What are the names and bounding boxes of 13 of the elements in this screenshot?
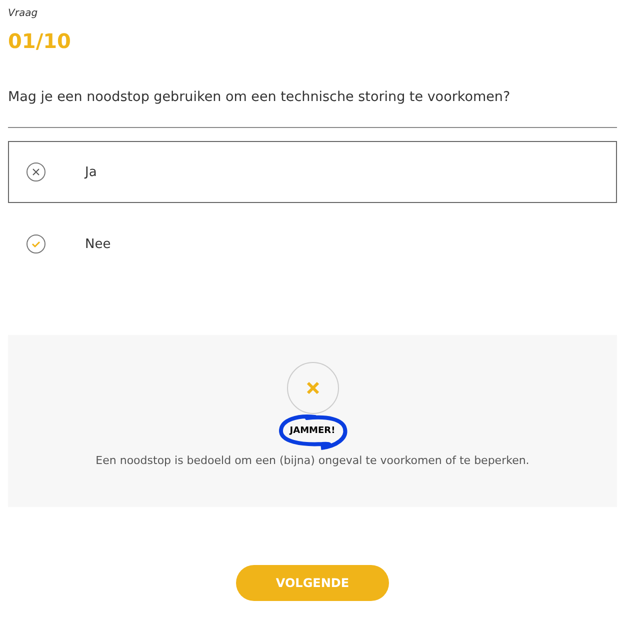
answer-option[interactable]: Nee bbox=[8, 213, 617, 275]
question-counter: 01/10 bbox=[8, 29, 72, 55]
feedback-text: Een noodstop is bedoeld om een (bijna) ongeval te voorkomen of te beperken. bbox=[96, 454, 530, 467]
cross-icon bbox=[306, 381, 320, 395]
feedback-title: JAMMER! bbox=[290, 426, 336, 436]
question-label: Vraag bbox=[8, 8, 39, 21]
option-label: Ja bbox=[85, 164, 97, 180]
answer-option[interactable]: Ja bbox=[8, 141, 617, 203]
cross-circle-icon bbox=[26, 162, 46, 182]
question-text: Mag je een noodstop gebruiken om een technische storing te voorkomen? bbox=[8, 89, 617, 128]
option-label: Nee bbox=[85, 236, 111, 252]
check-circle-icon bbox=[26, 234, 46, 254]
scribble-drawing bbox=[276, 412, 348, 450]
